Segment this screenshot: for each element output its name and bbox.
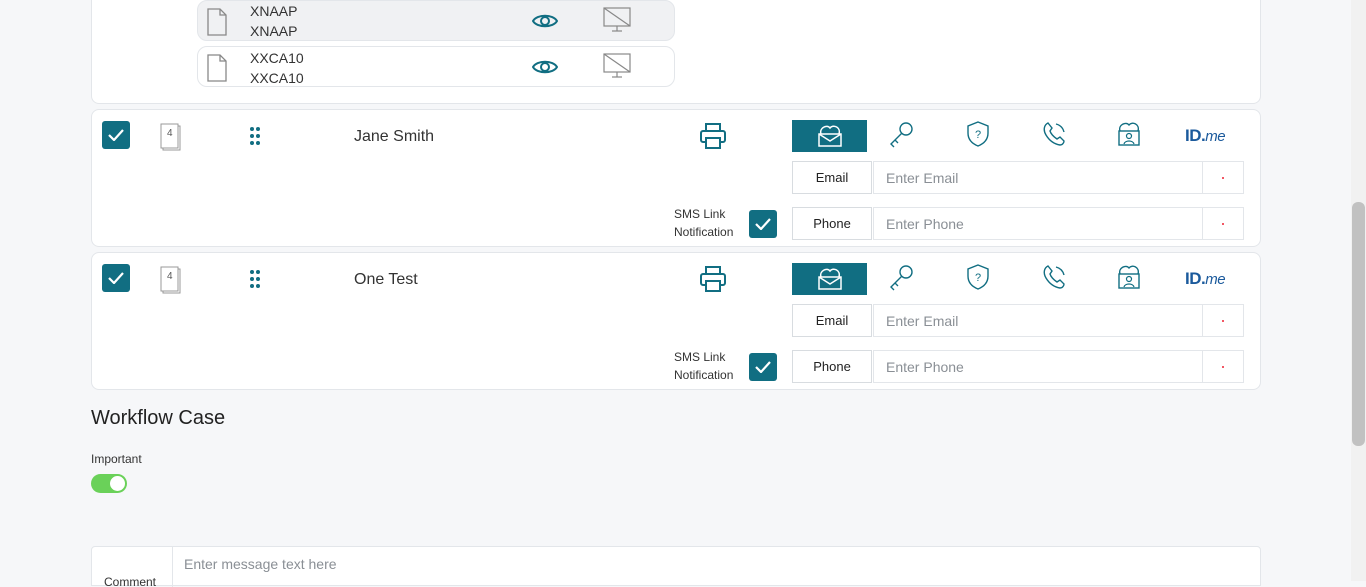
email-cloud-icon[interactable] (792, 120, 867, 152)
recipient-checkbox[interactable] (102, 121, 130, 149)
email-field[interactable]: Enter Email (873, 304, 1203, 337)
important-label: Important (91, 452, 142, 466)
comment-box: Comment Enter message text here (91, 546, 1261, 587)
sms-notification-label: SMS Link Notification (674, 348, 733, 384)
required-indicator (1202, 207, 1244, 240)
pages-icon: 4 (160, 123, 182, 156)
question-shield-icon[interactable]: ? (964, 263, 992, 291)
page-count: 4 (167, 271, 173, 282)
email-label: Email (792, 304, 872, 337)
idme-suffix: me (1205, 271, 1226, 288)
document-subname: XNAAP (250, 23, 298, 39)
monitor-off-icon[interactable] (603, 7, 631, 33)
sms-line2: Notification (674, 368, 734, 382)
eye-icon[interactable] (532, 12, 558, 30)
document-row[interactable]: XNAAP XNAAP (197, 0, 675, 41)
printer-icon[interactable] (700, 266, 726, 292)
comment-label: Comment (92, 547, 173, 587)
svg-text:?: ? (975, 272, 981, 284)
recipient-card: 4 Jane Smith ? ID.me Email Enter Email S… (91, 109, 1261, 247)
document-row[interactable]: XXCA10 XXCA10 (197, 46, 675, 87)
phone-field[interactable]: Enter Phone (873, 207, 1203, 240)
required-indicator (1202, 161, 1244, 194)
sms-checkbox[interactable] (749, 353, 777, 381)
phone-label: Phone (792, 207, 872, 240)
email-field[interactable]: Enter Email (873, 161, 1203, 194)
idme-main: ID. (1185, 126, 1206, 145)
phone-icon[interactable] (1040, 263, 1068, 291)
file-icon (207, 8, 227, 36)
checkmark-icon (755, 361, 771, 373)
recipient-name: Jane Smith (354, 128, 435, 145)
document-names: XNAAP XNAAP (250, 1, 297, 41)
document-names: XXCA10 XXCA10 (250, 48, 304, 88)
checkmark-icon (755, 218, 771, 230)
page-count: 4 (167, 128, 173, 139)
checkmark-icon (108, 272, 124, 284)
document-name: XXCA10 (250, 50, 304, 66)
sms-line2: Notification (674, 225, 734, 239)
idme-logo[interactable]: ID.me (1185, 269, 1226, 289)
required-indicator (1202, 350, 1244, 383)
eye-icon[interactable] (532, 58, 558, 76)
sms-checkbox[interactable] (749, 210, 777, 238)
drag-handle-icon[interactable] (249, 127, 261, 145)
recipient-card: 4 One Test ? ID.me Email Enter Email SMS… (91, 252, 1261, 390)
phone-label: Phone (792, 350, 872, 383)
question-shield-icon[interactable]: ? (964, 120, 992, 148)
phone-icon[interactable] (1040, 120, 1068, 148)
scrollbar-thumb[interactable] (1352, 202, 1365, 446)
key-icon[interactable] (888, 263, 916, 291)
document-subname: XXCA10 (250, 70, 304, 86)
recipient-checkbox[interactable] (102, 264, 130, 292)
comment-input[interactable]: Enter message text here (184, 556, 337, 572)
email-cloud-icon[interactable] (792, 263, 867, 295)
checkmark-icon (108, 129, 124, 141)
important-toggle[interactable] (91, 474, 127, 493)
recipient-name: One Test (354, 271, 418, 288)
phone-field[interactable]: Enter Phone (873, 350, 1203, 383)
monitor-off-icon[interactable] (603, 53, 631, 79)
idme-logo[interactable]: ID.me (1185, 126, 1226, 146)
email-label: Email (792, 161, 872, 194)
sms-notification-label: SMS Link Notification (674, 205, 733, 241)
idme-suffix: me (1205, 128, 1226, 145)
idme-main: ID. (1185, 269, 1206, 288)
id-card-icon[interactable] (1115, 263, 1143, 291)
sms-line1: SMS Link (674, 207, 726, 221)
printer-icon[interactable] (700, 123, 726, 149)
id-card-icon[interactable] (1115, 120, 1143, 148)
file-icon (207, 54, 227, 82)
document-name: XNAAP (250, 3, 298, 19)
required-indicator (1202, 304, 1244, 337)
pages-icon: 4 (160, 266, 182, 299)
sms-line1: SMS Link (674, 350, 726, 364)
svg-text:?: ? (975, 129, 981, 141)
key-icon[interactable] (888, 120, 916, 148)
section-title: Workflow Case (91, 407, 226, 429)
drag-handle-icon[interactable] (249, 270, 261, 288)
